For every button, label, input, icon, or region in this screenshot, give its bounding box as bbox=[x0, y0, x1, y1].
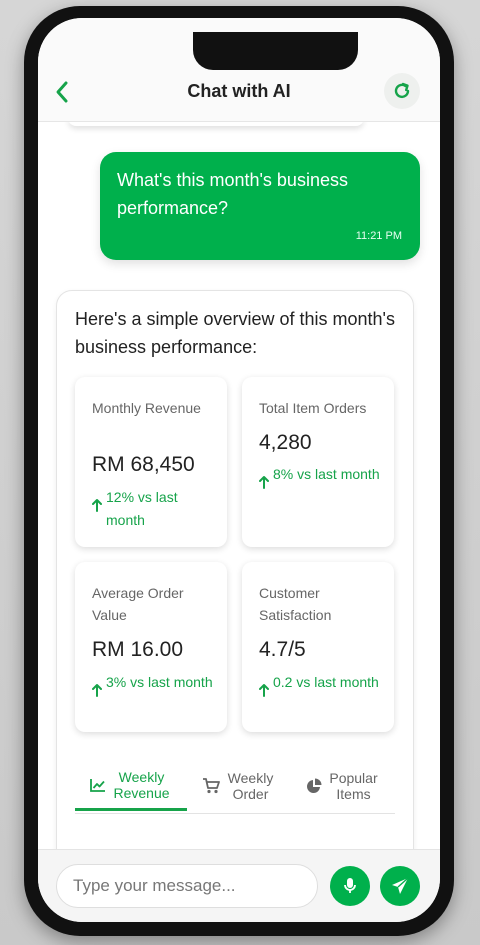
send-icon bbox=[392, 877, 409, 894]
ai-message-intro: Here's a simple overview of this month's… bbox=[75, 309, 395, 357]
metric-label: Average Order Value bbox=[92, 585, 184, 623]
metric-label: Total Item Orders bbox=[259, 400, 367, 416]
metric-label: Customer Satisfaction bbox=[259, 585, 332, 623]
refresh-button[interactable] bbox=[384, 73, 420, 109]
metric-delta: 0.2 vs last month bbox=[259, 671, 387, 697]
message-input[interactable] bbox=[56, 864, 318, 908]
tab-weekly-revenue[interactable]: Weekly Revenue bbox=[75, 761, 187, 811]
metric-delta: 12% vs last month bbox=[92, 486, 220, 532]
metric-value: RM 16.00 bbox=[92, 638, 184, 661]
metric-card-monthly-revenue: Monthly Revenue RM 68,450 12% vs last mo… bbox=[75, 377, 227, 547]
send-button[interactable] bbox=[380, 866, 420, 906]
tab-popular-items[interactable]: Popular Items bbox=[291, 761, 395, 811]
metric-value: 4.7/5 bbox=[259, 638, 306, 661]
page-title: Chat with AI bbox=[187, 81, 291, 101]
voice-button[interactable] bbox=[330, 866, 370, 906]
tab-weekly-order[interactable]: Weekly Order bbox=[187, 761, 291, 811]
metric-value: 4,280 bbox=[259, 431, 312, 454]
message-timestamp: 11:21 PM bbox=[355, 230, 402, 242]
tab-label: Popular Items bbox=[329, 770, 378, 802]
chart-tabs: Weekly Revenue Weekly Order Popular Item… bbox=[75, 761, 395, 814]
message-composer bbox=[38, 849, 440, 922]
arrow-up-icon bbox=[92, 499, 102, 512]
metric-card-total-item-orders: Total Item Orders 4,280 8% vs last month bbox=[242, 377, 394, 547]
user-message-text: What's this month's business performance… bbox=[117, 170, 348, 218]
metric-card-customer-satisfaction: Customer Satisfaction 4.7/5 0.2 vs last … bbox=[242, 562, 394, 732]
cart-icon bbox=[202, 778, 220, 794]
refresh-icon bbox=[394, 82, 410, 99]
app-screen: Chat with AI What's this month's busines… bbox=[38, 18, 440, 922]
metric-delta-text: 8% vs last month bbox=[273, 466, 380, 482]
arrow-up-icon bbox=[259, 476, 269, 489]
microphone-icon bbox=[344, 878, 356, 893]
metric-card-average-order-value: Average Order Value RM 16.00 3% vs last … bbox=[75, 562, 227, 732]
user-message-bubble: What's this month's business performance… bbox=[100, 152, 420, 260]
phone-notch bbox=[193, 32, 358, 70]
ai-message-card: Here's a simple overview of this month's… bbox=[56, 290, 414, 849]
metric-value: RM 68,450 bbox=[92, 453, 195, 476]
metric-delta: 3% vs last month bbox=[92, 671, 220, 697]
metric-delta-text: 0.2 vs last month bbox=[273, 674, 379, 690]
tab-label: Weekly Revenue bbox=[113, 768, 170, 801]
metric-delta: 8% vs last month bbox=[259, 463, 387, 489]
metric-label: Monthly Revenue bbox=[92, 400, 201, 416]
chat-area[interactable]: What's this month's business performance… bbox=[38, 122, 440, 849]
metric-delta-text: 3% vs last month bbox=[106, 674, 213, 690]
pie-chart-icon bbox=[306, 778, 322, 794]
metric-delta-text: 12% vs last month bbox=[106, 489, 178, 528]
arrow-up-icon bbox=[92, 684, 102, 697]
line-chart-icon bbox=[89, 778, 106, 792]
arrow-up-icon bbox=[259, 684, 269, 697]
tab-label: Weekly Order bbox=[227, 770, 274, 802]
